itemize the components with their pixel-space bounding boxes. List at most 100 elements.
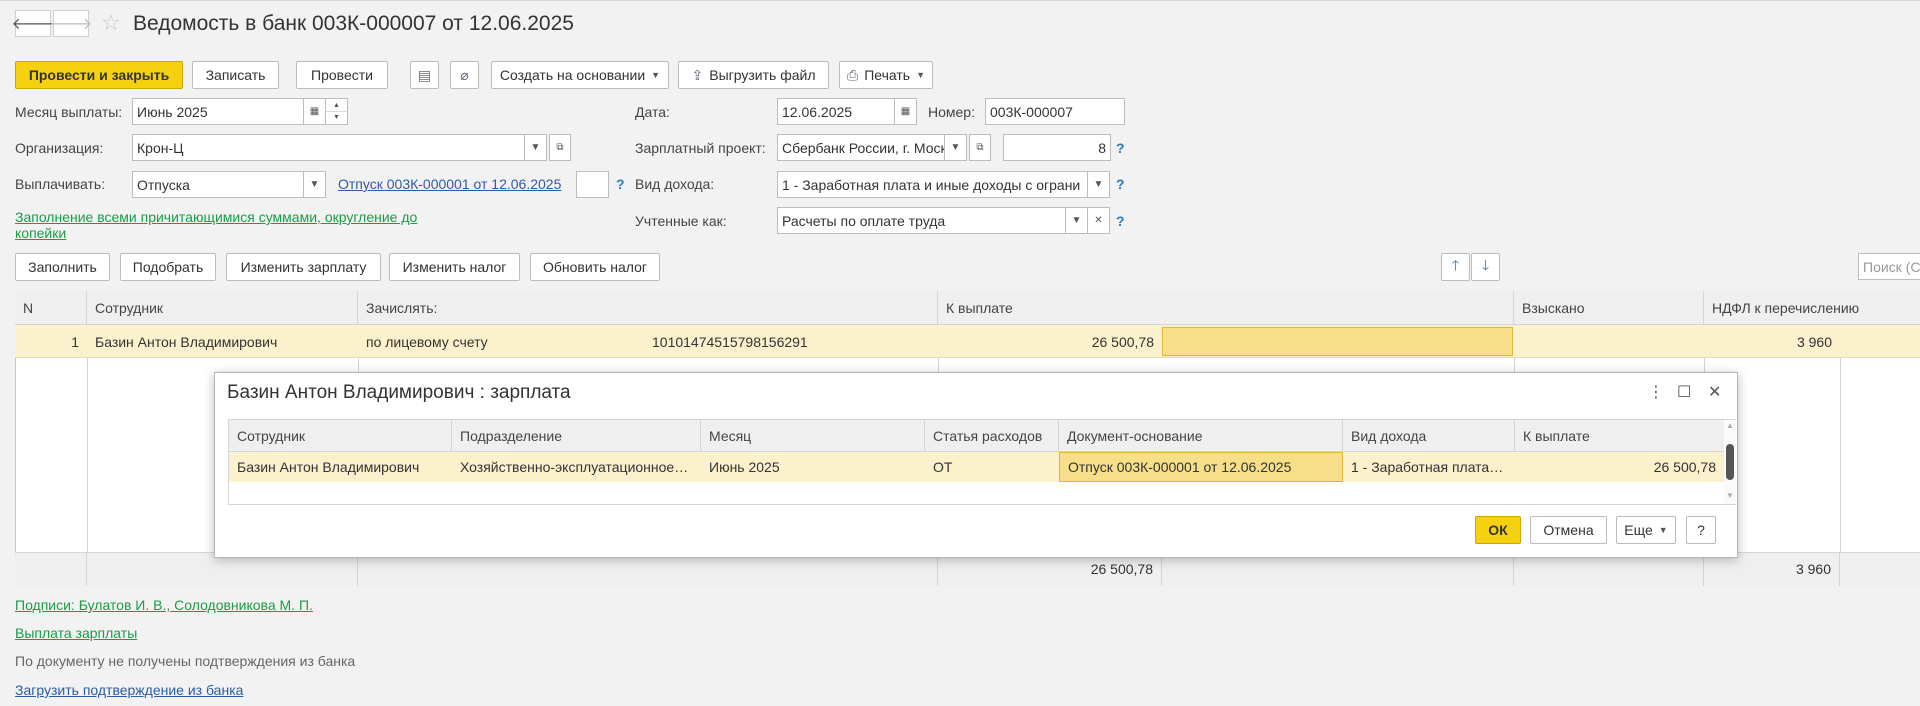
pay-field[interactable]: Отпуска xyxy=(132,171,304,198)
chevron-down-icon: ▼ xyxy=(530,142,541,153)
dropdown-arrow-icon: ▼ xyxy=(1658,525,1668,535)
pay-label: Выплачивать: xyxy=(15,176,106,192)
pay-dropdown[interactable]: ▼ xyxy=(304,171,326,198)
help-icon[interactable]: ? xyxy=(616,176,625,192)
move-up-button[interactable]: 🡑 xyxy=(1441,253,1470,281)
month-field[interactable]: Июнь 2025 xyxy=(132,98,304,125)
dcol-employee[interactable]: Сотрудник xyxy=(229,420,452,452)
stepper-up-icon[interactable]: ▲ xyxy=(326,99,347,112)
create-based-label: Создать на основании xyxy=(499,67,646,83)
scroll-down-icon[interactable]: ▼ xyxy=(1724,490,1736,502)
fill-button[interactable]: Заполнить xyxy=(15,253,110,281)
drow-expense[interactable]: ОТ xyxy=(925,452,1059,482)
date-field[interactable]: 12.06.2025 xyxy=(777,98,895,125)
more-button[interactable]: Еще ▼ xyxy=(1616,516,1676,544)
help-icon[interactable]: ? xyxy=(1116,140,1125,156)
top-divider xyxy=(0,0,1920,1)
drow-income-type[interactable]: 1 - Заработная плата… xyxy=(1343,452,1515,482)
page-title: Ведомость в банк 003К-000007 от 12.06.20… xyxy=(133,12,574,35)
move-down-button[interactable]: 🡓 xyxy=(1471,253,1500,281)
forward-button[interactable]: 🡒 xyxy=(50,10,92,37)
col-credit-to[interactable]: Зачислять: xyxy=(358,291,938,325)
row-credit-to[interactable]: по лицевому счету xyxy=(358,325,644,358)
dcol-expense[interactable]: Статья расходов xyxy=(925,420,1059,452)
scroll-thumb[interactable] xyxy=(1726,444,1734,480)
row-selected-cell[interactable] xyxy=(1162,327,1513,356)
col-to-pay[interactable]: К выплате xyxy=(938,291,1514,325)
dcol-income-type[interactable]: Вид дохода xyxy=(1343,420,1515,452)
dcol-base-doc[interactable]: Документ-основание xyxy=(1059,420,1343,452)
change-tax-button[interactable]: Изменить налог xyxy=(389,253,520,281)
col-employee[interactable]: Сотрудник xyxy=(87,291,358,325)
list-icon-button[interactable]: ▤ xyxy=(410,61,439,89)
change-salary-button[interactable]: Изменить зарплату xyxy=(226,253,381,281)
row-employee[interactable]: Базин Антон Владимирович xyxy=(87,325,358,358)
organization-field[interactable]: Крон-Ц xyxy=(132,134,525,161)
pay-document-link[interactable]: Отпуск 003К-000001 от 12.06.2025 xyxy=(338,176,561,192)
row-collected[interactable] xyxy=(1514,325,1704,358)
col-collected[interactable]: Взыскано xyxy=(1514,291,1704,325)
ok-button[interactable]: ОК xyxy=(1475,516,1521,544)
update-tax-button[interactable]: Обновить налог xyxy=(530,253,660,281)
save-button[interactable]: Записать xyxy=(192,61,279,89)
col-n[interactable]: N xyxy=(15,291,87,325)
month-label: Месяц выплаты: xyxy=(15,104,123,120)
dcol-to-pay[interactable]: К выплате xyxy=(1515,420,1724,452)
organization-label: Организация: xyxy=(15,140,104,156)
accounted-dropdown[interactable]: ▼ xyxy=(1066,207,1088,234)
attach-button[interactable]: ⌀ xyxy=(450,61,479,89)
month-stepper[interactable]: ▲ ▼ xyxy=(326,98,348,125)
back-button[interactable]: 🡐 xyxy=(12,10,54,37)
stepper-down-icon[interactable]: ▼ xyxy=(326,112,347,124)
income-type-field[interactable]: 1 - Заработная плата и иные доходы с огр… xyxy=(777,171,1088,198)
post-button[interactable]: Провести xyxy=(296,61,388,89)
post-and-close-button[interactable]: Провести и закрыть xyxy=(15,61,183,89)
open-window-icon: ⧉ xyxy=(976,142,984,153)
accounted-clear[interactable]: ✕ xyxy=(1088,207,1110,234)
fill-settings-link[interactable]: Заполнение всеми причитающимися суммами,… xyxy=(15,209,417,241)
export-file-button[interactable]: ⇪ Выгрузить файл xyxy=(678,61,829,89)
organization-dropdown[interactable]: ▼ xyxy=(525,134,547,161)
scroll-up-icon[interactable]: ▲ xyxy=(1724,420,1736,432)
row-to-pay[interactable]: 26 500,78 xyxy=(938,325,1162,358)
salary-project-open[interactable]: ⧉ xyxy=(969,134,991,161)
salary-project-field[interactable]: Сбербанк России, г. Моск xyxy=(777,134,945,161)
pick-button[interactable]: Подобрать xyxy=(120,253,216,281)
salary-payout-link[interactable]: Выплата зарплаты xyxy=(15,625,137,641)
organization-open[interactable]: ⧉ xyxy=(549,134,571,161)
pay-extra-field[interactable] xyxy=(576,171,609,198)
number-field[interactable]: 003К-000007 xyxy=(985,98,1125,125)
salary-project-count-field[interactable]: 8 xyxy=(1003,134,1111,161)
drow-employee[interactable]: Базин Антон Владимирович xyxy=(229,452,452,482)
dialog-close-icon[interactable]: ✕ xyxy=(1708,382,1721,402)
print-button[interactable]: ⎙ Печать ▼ xyxy=(839,61,933,89)
favorite-star-icon[interactable]: ☆ xyxy=(101,11,121,35)
close-icon: ✕ xyxy=(1094,215,1103,226)
dialog-help-button[interactable]: ? xyxy=(1686,516,1716,544)
drow-department[interactable]: Хозяйственно-эксплуатационное… xyxy=(452,452,701,482)
col-ndfl[interactable]: НДФЛ к перечислению xyxy=(1704,291,1920,325)
help-icon[interactable]: ? xyxy=(1116,176,1125,192)
row-ndfl[interactable]: 3 960 xyxy=(1704,325,1840,358)
search-input[interactable]: Поиск (С xyxy=(1858,253,1920,280)
calendar-button[interactable]: ▦ xyxy=(304,98,326,125)
accounted-field[interactable]: Расчеты по оплате труда xyxy=(777,207,1066,234)
help-icon[interactable]: ? xyxy=(1116,213,1125,229)
dcol-month[interactable]: Месяц xyxy=(701,420,925,452)
salary-project-dropdown[interactable]: ▼ xyxy=(945,134,967,161)
drow-to-pay[interactable]: 26 500,78 xyxy=(1515,452,1724,482)
cancel-button[interactable]: Отмена xyxy=(1530,516,1607,544)
row-account[interactable]: 10101474515798156291 xyxy=(644,325,938,358)
dialog-menu-icon[interactable]: ⋮ xyxy=(1648,382,1664,402)
date-calendar-button[interactable]: ▦ xyxy=(895,98,917,125)
income-type-label: Вид дохода: xyxy=(635,176,715,192)
dialog-maximize-icon[interactable]: ☐ xyxy=(1677,382,1691,402)
drow-month[interactable]: Июнь 2025 xyxy=(701,452,925,482)
dcol-department[interactable]: Подразделение xyxy=(452,420,701,452)
create-based-on-button[interactable]: Создать на основании ▼ xyxy=(491,61,669,89)
income-type-dropdown[interactable]: ▼ xyxy=(1088,171,1110,198)
dialog-scrollbar[interactable]: ▲ ▼ xyxy=(1724,420,1736,504)
load-confirmation-link[interactable]: Загрузить подтверждение из банка xyxy=(15,682,243,698)
drow-base-doc[interactable]: Отпуск 003К-000001 от 12.06.2025 xyxy=(1059,452,1343,482)
signatures-link[interactable]: Подписи: Булатов И. В., Солодовникова М.… xyxy=(15,597,313,613)
